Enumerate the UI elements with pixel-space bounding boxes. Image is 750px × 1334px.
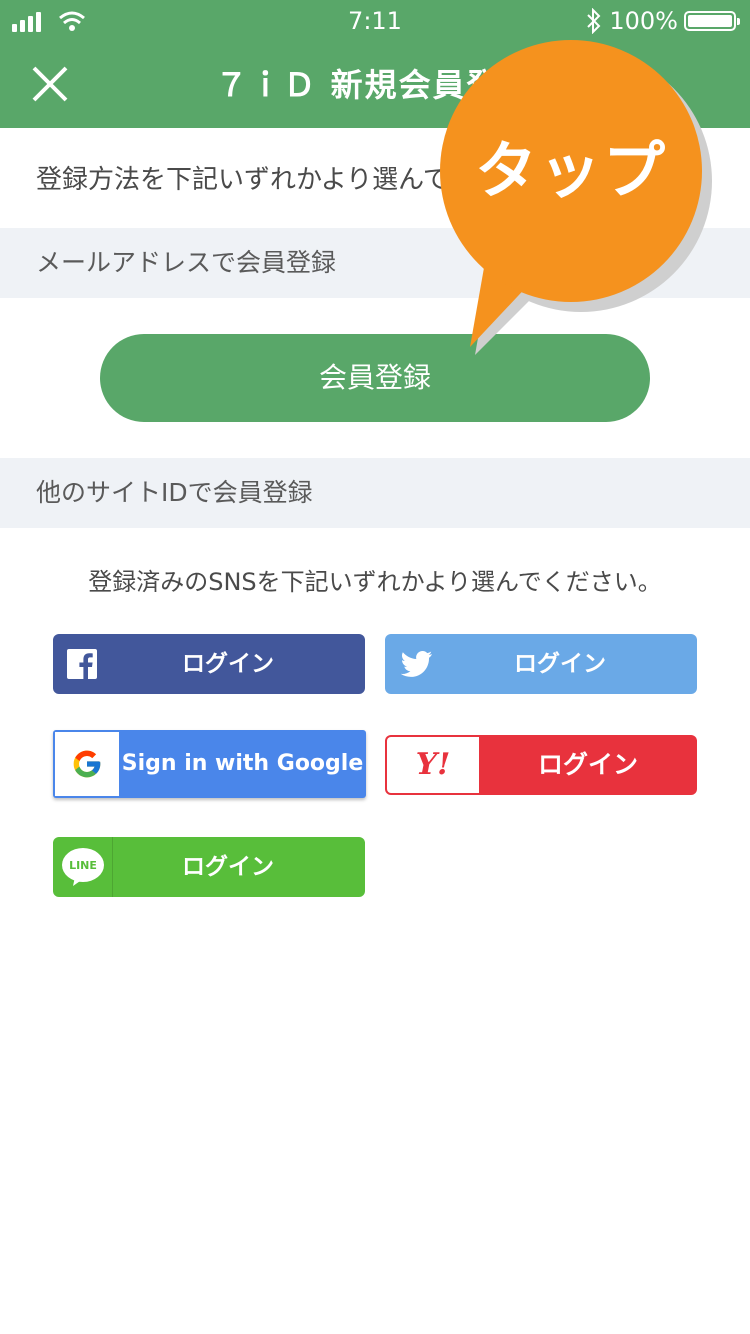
yahoo-icon: Y! <box>415 747 451 782</box>
line-login-button[interactable]: LINE ログイン <box>53 837 365 897</box>
sns-instruction: 登録済みのSNSを下記いずれかより選んでください。 <box>88 568 662 596</box>
battery-icon <box>684 11 740 31</box>
tooltip-text: タップ <box>474 134 667 207</box>
section-other-heading: 他のサイトIDで会員登録 <box>36 478 313 507</box>
twitter-login-button[interactable]: ログイン <box>385 634 697 694</box>
battery-level <box>688 15 732 27</box>
twitter-icon <box>401 651 432 677</box>
yahoo-login-button[interactable]: Y! ログイン <box>385 735 697 795</box>
facebook-icon <box>67 649 97 679</box>
facebook-login-button[interactable]: ログイン <box>53 634 365 694</box>
yahoo-icon-box: Y! <box>387 737 479 793</box>
google-signin-button[interactable]: Sign in with Google <box>53 730 366 798</box>
line-login-label: ログイン <box>182 854 274 880</box>
yahoo-login-label: ログイン <box>537 750 638 779</box>
twitter-login-label: ログイン <box>514 651 606 677</box>
register-button[interactable]: 会員登録 <box>100 334 650 422</box>
google-icon <box>73 750 101 778</box>
facebook-login-label: ログイン <box>182 651 274 677</box>
google-signin-label: Sign in with Google <box>121 751 364 776</box>
section-other: 他のサイトIDで会員登録 <box>0 458 750 528</box>
line-icon-text: LINE <box>69 859 97 872</box>
bluetooth-icon <box>587 8 601 34</box>
status-right: 100% <box>556 6 740 36</box>
section-mail-heading: メールアドレスで会員登録 <box>36 248 337 277</box>
google-icon-box <box>55 732 119 796</box>
battery-percent: 100% <box>609 7 678 35</box>
